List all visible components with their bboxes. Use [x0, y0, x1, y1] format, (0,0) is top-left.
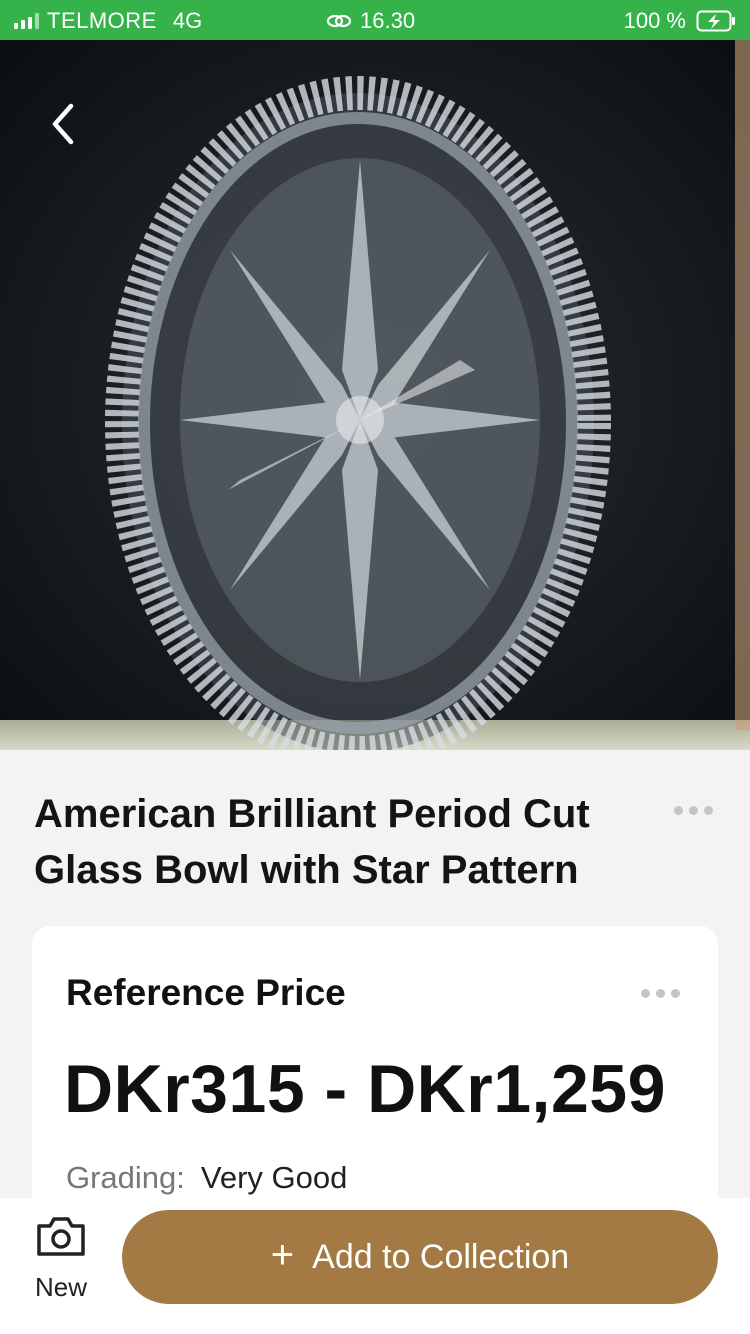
battery-charging-icon: [696, 10, 736, 32]
add-to-collection-label: Add to Collection: [312, 1237, 570, 1276]
network-type: 4G: [172, 8, 203, 33]
bottom-bar: New + Add to Collection: [0, 1198, 750, 1334]
item-photo: [0, 40, 750, 750]
grading-row: Grading: Very Good: [66, 1160, 347, 1196]
card-more-button[interactable]: [641, 989, 680, 998]
carrier-name: TELMORE: [47, 8, 157, 33]
plus-icon: +: [270, 1233, 295, 1277]
status-time: 16.30: [360, 8, 416, 33]
add-to-collection-button[interactable]: + Add to Collection: [122, 1210, 718, 1304]
status-left: TELMORE 4G: [14, 8, 202, 34]
back-button[interactable]: [36, 92, 90, 156]
new-scan-button[interactable]: New: [22, 1212, 100, 1308]
grading-label: Grading:: [66, 1160, 185, 1195]
price-range: DKr315 - DKr1,259: [64, 1051, 666, 1127]
new-label: New: [34, 1272, 87, 1302]
card-title: Reference Price: [66, 972, 346, 1013]
status-right: 100 %: [624, 8, 736, 34]
battery-percent: 100 %: [623, 8, 686, 33]
signal-icon: [14, 13, 39, 29]
link-icon: [326, 12, 352, 30]
reference-price-card: Reference Price DKr315 - DKr1,259 Gradin…: [32, 926, 718, 1226]
status-bar: TELMORE 4G 16.30 100 %: [0, 0, 750, 40]
item-title: American Brilliant Period Cut Glass Bowl…: [34, 792, 590, 892]
chevron-left-icon: [52, 103, 74, 145]
camera-icon: [37, 1217, 85, 1256]
grading-value: Very Good: [200, 1160, 348, 1195]
title-more-button[interactable]: [674, 806, 713, 815]
status-center: 16.30: [326, 8, 415, 34]
